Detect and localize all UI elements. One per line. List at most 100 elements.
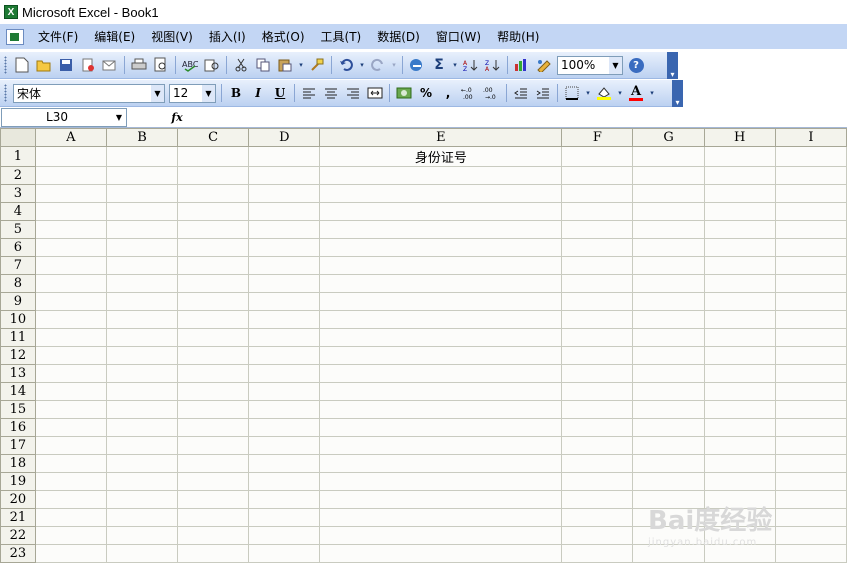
chevron-down-icon[interactable]: ▼ [609, 56, 622, 74]
chart-wizard-icon[interactable] [512, 55, 532, 75]
cell-h5[interactable] [703, 220, 776, 239]
font-name-combo[interactable]: 宋体 ▼ [13, 83, 165, 103]
toolbar-options-icon[interactable]: ▾ [672, 79, 683, 107]
decrease-indent-icon[interactable] [511, 83, 531, 103]
cell-c10[interactable] [177, 310, 250, 329]
row-header[interactable]: 6 [0, 238, 36, 257]
row-header[interactable]: 4 [0, 202, 36, 221]
align-left-icon[interactable] [299, 83, 319, 103]
dropdown-arrow-icon[interactable]: ▾ [297, 55, 305, 75]
workbook-menu-icon[interactable] [6, 28, 24, 45]
open-icon[interactable] [34, 55, 54, 75]
cell-e20[interactable] [319, 490, 563, 509]
redo-icon[interactable] [368, 55, 388, 75]
undo-icon[interactable] [336, 55, 356, 75]
menu-tools[interactable]: 工具(T) [313, 26, 370, 48]
cell-e21[interactable] [319, 508, 563, 527]
cell-g12[interactable] [632, 346, 705, 365]
cell-h23[interactable] [703, 544, 776, 563]
row-header[interactable]: 10 [0, 310, 36, 329]
cell-d12[interactable] [248, 346, 321, 365]
cell-c6[interactable] [177, 238, 250, 257]
cell-i17[interactable] [774, 436, 847, 455]
cell-h1[interactable] [703, 146, 776, 167]
print-preview-icon[interactable] [151, 55, 171, 75]
cell-i19[interactable] [774, 472, 847, 491]
menu-data[interactable]: 数据(D) [369, 26, 428, 48]
menu-format[interactable]: 格式(O) [254, 26, 313, 48]
menu-insert[interactable]: 插入(I) [201, 26, 254, 48]
cell-c21[interactable] [177, 508, 250, 527]
cell-c13[interactable] [177, 364, 250, 383]
dropdown-arrow-icon[interactable]: ▾ [451, 55, 459, 75]
column-header-d[interactable]: D [248, 128, 321, 147]
cell-e22[interactable] [319, 526, 563, 545]
cell-b22[interactable] [105, 526, 179, 545]
cell-e4[interactable] [319, 202, 563, 221]
cell-c7[interactable] [177, 256, 250, 275]
cell-a23[interactable] [34, 544, 107, 563]
cell-b4[interactable] [105, 202, 179, 221]
cell-g6[interactable] [632, 238, 705, 257]
cell-c2[interactable] [177, 166, 250, 185]
sort-asc-icon[interactable]: AZ [461, 55, 481, 75]
cell-c18[interactable] [177, 454, 250, 473]
underline-button[interactable]: U [270, 83, 290, 103]
cell-h7[interactable] [703, 256, 776, 275]
research-icon[interactable] [202, 55, 222, 75]
cell-g5[interactable] [632, 220, 705, 239]
cell-a7[interactable] [34, 256, 107, 275]
cell-h2[interactable] [703, 166, 776, 185]
cell-i3[interactable] [774, 184, 847, 203]
cell-h15[interactable] [703, 400, 776, 419]
row-header[interactable]: 16 [0, 418, 36, 437]
dropdown-arrow-icon[interactable]: ▾ [584, 83, 592, 103]
cell-e11[interactable] [319, 328, 563, 347]
row-header[interactable]: 11 [0, 328, 36, 347]
cell-f3[interactable] [561, 184, 634, 203]
row-header[interactable]: 15 [0, 400, 36, 419]
cell-b18[interactable] [105, 454, 179, 473]
cell-g11[interactable] [632, 328, 705, 347]
cell-f17[interactable] [561, 436, 634, 455]
currency-icon[interactable] [394, 83, 414, 103]
cell-b16[interactable] [105, 418, 179, 437]
cell-a20[interactable] [34, 490, 107, 509]
toolbar-grip[interactable] [4, 84, 7, 102]
cell-f5[interactable] [561, 220, 634, 239]
cell-g20[interactable] [632, 490, 705, 509]
cell-b23[interactable] [105, 544, 179, 563]
fill-color-icon[interactable] [594, 83, 614, 103]
cell-c11[interactable] [177, 328, 250, 347]
cell-g14[interactable] [632, 382, 705, 401]
font-size-combo[interactable]: 12 ▼ [169, 83, 216, 103]
decrease-decimal-icon[interactable]: .00 →.0 [482, 83, 502, 103]
cell-a10[interactable] [34, 310, 107, 329]
cell-b17[interactable] [105, 436, 179, 455]
cell-g1[interactable] [632, 146, 705, 167]
cell-h4[interactable] [703, 202, 776, 221]
cell-h3[interactable] [703, 184, 776, 203]
cell-f11[interactable] [561, 328, 634, 347]
cell-b6[interactable] [105, 238, 179, 257]
cell-e16[interactable] [319, 418, 563, 437]
cell-g15[interactable] [632, 400, 705, 419]
cell-a17[interactable] [34, 436, 107, 455]
font-color-icon[interactable]: A [626, 83, 646, 103]
merge-center-icon[interactable] [365, 83, 385, 103]
cell-i12[interactable] [774, 346, 847, 365]
cell-a2[interactable] [34, 166, 107, 185]
bold-button[interactable]: B [226, 83, 246, 103]
dropdown-arrow-icon[interactable]: ▾ [648, 83, 656, 103]
select-all-corner[interactable] [0, 128, 36, 147]
permission-icon[interactable] [78, 55, 98, 75]
cell-f23[interactable] [561, 544, 634, 563]
cell-c19[interactable] [177, 472, 250, 491]
cell-i15[interactable] [774, 400, 847, 419]
cell-b5[interactable] [105, 220, 179, 239]
cell-g17[interactable] [632, 436, 705, 455]
cell-d16[interactable] [248, 418, 321, 437]
chevron-down-icon[interactable]: ▼ [202, 84, 215, 102]
cell-b1[interactable] [105, 146, 179, 167]
spelling-icon[interactable]: ABC [180, 55, 200, 75]
